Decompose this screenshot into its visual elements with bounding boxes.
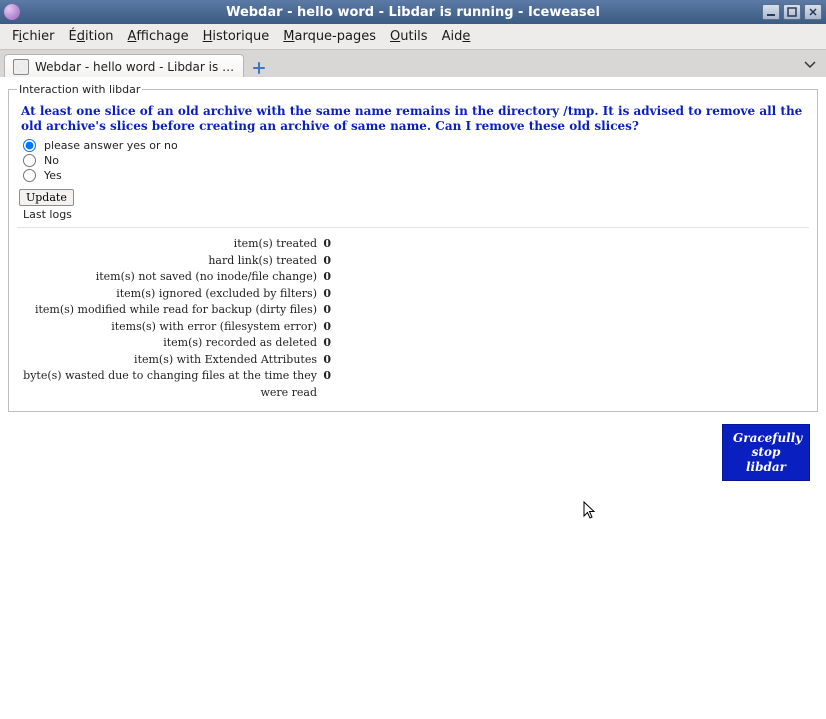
answer-yes-radio[interactable]	[23, 169, 36, 182]
last-logs-heading: Last logs	[23, 208, 809, 221]
stats-table: item(s) treated0 hard link(s) treated0 i…	[17, 227, 809, 401]
favicon-icon	[13, 59, 29, 75]
stat-value: 0	[317, 335, 331, 352]
stat-value: 0	[317, 236, 331, 253]
stat-row: item(s) modified while read for backup (…	[17, 302, 809, 319]
tab-current[interactable]: Webdar - hello word - Libdar is r…	[4, 54, 244, 78]
stat-value: 0	[317, 269, 331, 286]
answer-yes-option[interactable]: Yes	[17, 168, 809, 183]
stat-label: hard link(s) treated	[17, 253, 317, 270]
menu-historique[interactable]: Historique	[197, 27, 276, 46]
stat-label: byte(s) wasted due to changing files at …	[17, 368, 317, 401]
menu-affichage[interactable]: Affichage	[122, 27, 195, 46]
stat-row: item(s) treated0	[17, 236, 809, 253]
libdar-question: At least one slice of an old archive wit…	[17, 100, 809, 138]
stat-row: item(s) ignored (excluded by filters)0	[17, 286, 809, 303]
window-titlebar: Webdar - hello word - Libdar is running …	[0, 0, 826, 24]
stat-label: items(s) with error (filesystem error)	[17, 319, 317, 336]
stat-value: 0	[317, 286, 331, 303]
stat-row: item(s) with Extended Attributes0	[17, 352, 809, 369]
menu-marque-pages[interactable]: Marque-pages	[277, 27, 382, 46]
maximize-button[interactable]	[783, 4, 801, 20]
interaction-legend: Interaction with libdar	[17, 83, 142, 96]
close-button[interactable]	[804, 4, 822, 20]
stat-label: item(s) ignored (excluded by filters)	[17, 286, 317, 303]
stat-row: hard link(s) treated0	[17, 253, 809, 270]
tabs-dropdown-button[interactable]	[802, 56, 818, 72]
stop-label-line2: stop libdar	[746, 445, 786, 473]
stat-label: item(s) with Extended Attributes	[17, 352, 317, 369]
tab-label: Webdar - hello word - Libdar is r…	[35, 60, 235, 74]
stat-row: item(s) not saved (no inode/file change)…	[17, 269, 809, 286]
menu-fichier[interactable]: Fichier	[6, 27, 61, 46]
menu-edition[interactable]: Édition	[63, 27, 120, 46]
stat-row: item(s) recorded as deleted0	[17, 335, 809, 352]
stat-label: item(s) recorded as deleted	[17, 335, 317, 352]
window-title: Webdar - hello word - Libdar is running …	[0, 5, 826, 20]
answer-placeholder-option[interactable]: please answer yes or no	[17, 138, 809, 153]
answer-no-radio[interactable]	[23, 154, 36, 167]
new-tab-button[interactable]	[248, 58, 270, 78]
stat-row: items(s) with error (filesystem error)0	[17, 319, 809, 336]
answer-placeholder-radio[interactable]	[23, 139, 36, 152]
stat-value: 0	[317, 352, 331, 369]
menubar: Fichier Édition Affichage Historique Mar…	[0, 24, 826, 50]
answer-placeholder-label: please answer yes or no	[44, 139, 178, 152]
stat-label: item(s) not saved (no inode/file change)	[17, 269, 317, 286]
window-buttons	[762, 4, 822, 20]
update-button[interactable]: Update	[19, 189, 74, 206]
answer-yes-label: Yes	[44, 169, 62, 182]
answer-no-option[interactable]: No	[17, 153, 809, 168]
stat-row: byte(s) wasted due to changing files at …	[17, 368, 809, 401]
stop-label-line1: Gracefully	[733, 431, 802, 445]
stat-value: 0	[317, 319, 331, 336]
page-content: Interaction with libdar At least one sli…	[0, 77, 826, 719]
stat-value: 0	[317, 253, 331, 270]
stat-label: item(s) treated	[17, 236, 317, 253]
gracefully-stop-libdar-button[interactable]: Gracefully stop libdar	[722, 424, 810, 481]
stat-value: 0	[317, 368, 331, 385]
menu-outils[interactable]: Outils	[384, 27, 434, 46]
tabbar: Webdar - hello word - Libdar is r…	[0, 50, 826, 79]
menu-aide[interactable]: Aide	[436, 27, 477, 46]
minimize-button[interactable]	[762, 4, 780, 20]
stat-value: 0	[317, 302, 331, 319]
interaction-panel: Interaction with libdar At least one sli…	[8, 83, 818, 412]
answer-no-label: No	[44, 154, 59, 167]
stat-label: item(s) modified while read for backup (…	[17, 302, 317, 319]
app-icon	[4, 4, 20, 20]
